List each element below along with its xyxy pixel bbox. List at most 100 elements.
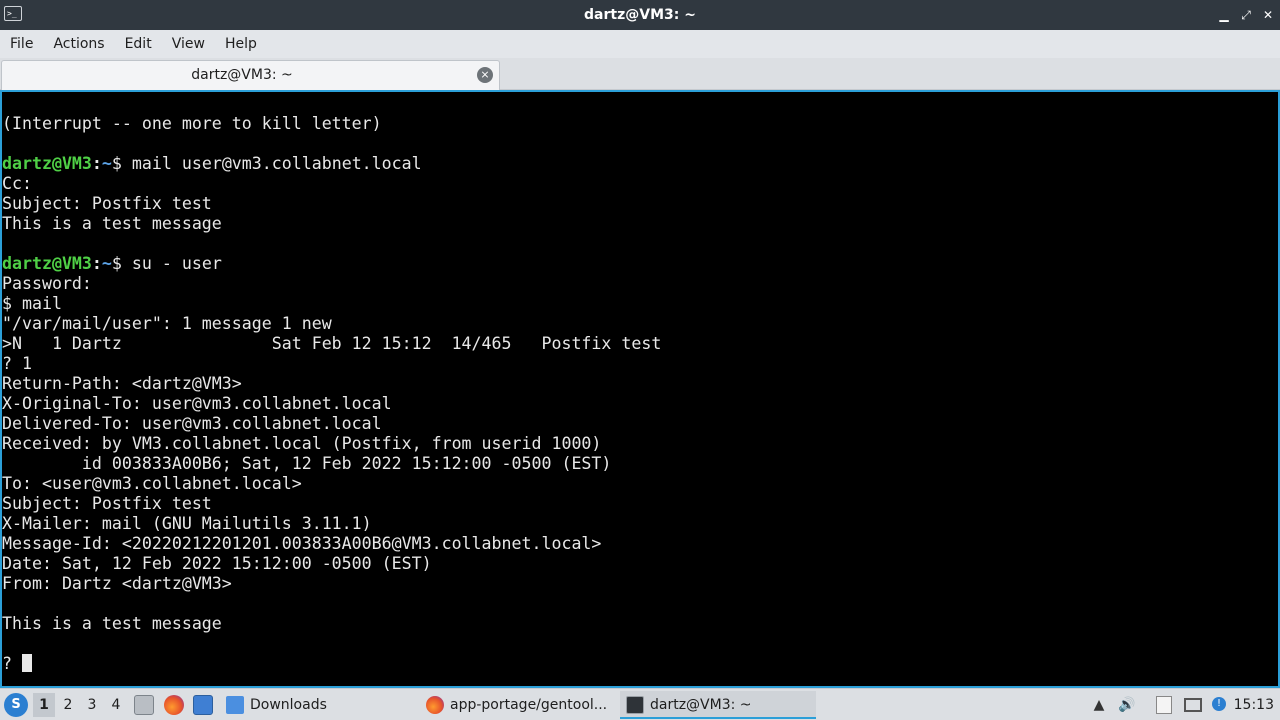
terminal-line-text: $ mail (2, 294, 62, 313)
terminal-line: Return-Path: <dartz@VM3> (2, 374, 661, 394)
prompt-user: dartz@VM3 (2, 154, 92, 173)
workspace-2[interactable]: 2 (57, 693, 79, 717)
terminal-line-text: Password: (2, 274, 92, 293)
terminal-line-text: X-Original-To: user@vm3.collabnet.local (2, 394, 392, 413)
terminal-icon (626, 696, 644, 714)
task-downloads[interactable]: Downloads (220, 691, 416, 719)
prompt-separator: : (91, 154, 102, 173)
clipboard-icon[interactable] (1156, 696, 1172, 714)
show-desktop-icon[interactable] (193, 695, 213, 715)
workspace-4[interactable]: 4 (105, 693, 127, 717)
terminal-line: From: Dartz <dartz@VM3> (2, 574, 661, 594)
terminal-line-text: ? (2, 654, 22, 673)
terminal-line: Password: (2, 274, 661, 294)
terminal-line: X-Original-To: user@vm3.collabnet.local (2, 394, 661, 414)
terminal-line-text: Subject: Postfix test (2, 494, 212, 513)
terminal-line: This is a test message (2, 214, 661, 234)
terminal-line: Received: by VM3.collabnet.local (Postfi… (2, 434, 661, 454)
window-title: dartz@VM3: ~ (584, 7, 696, 23)
terminal-line-text: id 003833A00B6; Sat, 12 Feb 2022 15:12:0… (2, 454, 612, 473)
prompt-user: dartz@VM3 (2, 254, 92, 273)
file-manager-icon[interactable] (134, 695, 154, 715)
maximize-button[interactable]: ⤢ (1236, 5, 1256, 25)
terminal-line: dartz@VM3:~$ mail user@vm3.collabnet.loc… (2, 154, 661, 174)
terminal-line: To: <user@vm3.collabnet.local> (2, 474, 661, 494)
terminal-line-text: Cc: (2, 174, 32, 193)
terminal-line: Delivered-To: user@vm3.collabnet.local (2, 414, 661, 434)
menu-view[interactable]: View (162, 30, 215, 58)
tab-close-icon[interactable]: ⨯ (477, 67, 493, 83)
workspace-3[interactable]: 3 (81, 693, 103, 717)
task-label: dartz@VM3: ~ (650, 697, 752, 713)
terminal-line-text: Message-Id: <20220212201201.003833A00B6@… (2, 534, 602, 553)
menu-file[interactable]: File (0, 30, 43, 58)
terminal-line-text: Delivered-To: user@vm3.collabnet.local (2, 414, 382, 433)
terminal-line-text: su - user (131, 254, 222, 273)
terminal-line: Subject: Postfix test (2, 194, 661, 214)
prompt-separator: : (91, 254, 102, 273)
prompt-path: ~ (101, 254, 112, 273)
prompt-symbol: $ (111, 154, 132, 173)
terminal-line: >N 1 Dartz Sat Feb 12 15:12 14/465 Postf… (2, 334, 661, 354)
terminal-line-text: Date: Sat, 12 Feb 2022 15:12:00 -0500 (E… (2, 554, 432, 573)
terminal-line: Subject: Postfix test (2, 494, 661, 514)
firefox-icon[interactable] (164, 695, 184, 715)
clock: 15:13 (1233, 697, 1274, 713)
terminal-line: dartz@VM3:~$ su - user (2, 254, 661, 274)
terminal-cursor (21, 654, 32, 672)
minimize-button[interactable]: ▁ (1214, 5, 1234, 25)
task-label: app-portage/gentool... (450, 697, 608, 713)
terminal-line-text: X-Mailer: mail (GNU Mailutils 3.11.1) (2, 514, 372, 533)
window-titlebar: >_ dartz@VM3: ~ ▁ ⤢ ✕ (0, 0, 1280, 30)
start-menu-icon[interactable]: S (4, 693, 28, 717)
volume-icon[interactable]: 🔊 (1118, 696, 1136, 714)
workspace-1[interactable]: 1 (33, 693, 55, 717)
firefox-icon (426, 696, 444, 714)
terminal-line: $ mail (2, 294, 661, 314)
task-firefox[interactable]: app-portage/gentool... (420, 691, 616, 719)
terminal-line: Date: Sat, 12 Feb 2022 15:12:00 -0500 (E… (2, 554, 661, 574)
terminal-line-text: "/var/mail/user": 1 message 1 new (2, 314, 332, 333)
terminal-line: ? 1 (2, 354, 661, 374)
terminal-line: Message-Id: <20220212201201.003833A00B6@… (2, 534, 661, 554)
prompt-symbol: $ (111, 254, 132, 273)
terminal-line: id 003833A00B6; Sat, 12 Feb 2022 15:12:0… (2, 454, 661, 474)
terminal-line-text: From: Dartz <dartz@VM3> (2, 574, 232, 593)
display-icon[interactable] (1184, 698, 1202, 712)
tab-bar: dartz@VM3: ~ ⨯ (0, 58, 1280, 90)
terminal-line-text: Received: by VM3.collabnet.local (Postfi… (2, 434, 602, 453)
terminal-line: "/var/mail/user": 1 message 1 new (2, 314, 661, 334)
terminal-line-text: Return-Path: <dartz@VM3> (2, 374, 242, 393)
folder-icon (226, 696, 244, 714)
terminal-line-text: >N 1 Dartz Sat Feb 12 15:12 14/465 Postf… (2, 334, 662, 353)
taskbar: S 1 2 3 4 Downloads app-portage/gentool.… (0, 688, 1280, 720)
terminal-line-text: This is a test message (2, 214, 222, 233)
update-icon[interactable]: ! (1212, 697, 1226, 711)
terminal-line: (Interrupt -- one more to kill letter) (2, 114, 661, 134)
prompt-path: ~ (101, 154, 112, 173)
terminal-line: This is a test message (2, 614, 661, 634)
task-label: Downloads (250, 697, 327, 713)
terminal-line: ? (2, 654, 661, 674)
menu-edit[interactable]: Edit (115, 30, 162, 58)
terminal-line-text: mail user@vm3.collabnet.local (131, 154, 422, 173)
tab-label: dartz@VM3: ~ (191, 67, 293, 83)
terminal-line-text: (Interrupt -- one more to kill letter) (2, 114, 382, 133)
tab-terminal[interactable]: dartz@VM3: ~ ⨯ (1, 60, 500, 90)
terminal-line-text: ? 1 (2, 354, 32, 373)
terminal-line-text: To: <user@vm3.collabnet.local> (2, 474, 302, 493)
task-terminal[interactable]: dartz@VM3: ~ (620, 691, 816, 719)
terminal-output: (Interrupt -- one more to kill letter) da… (2, 114, 661, 674)
menu-actions[interactable]: Actions (43, 30, 114, 58)
terminal-line: Cc: (2, 174, 661, 194)
menu-bar: File Actions Edit View Help (0, 30, 1280, 58)
tray-arrow-icon[interactable]: ▲ (1090, 696, 1108, 714)
menu-help[interactable]: Help (215, 30, 267, 58)
close-button[interactable]: ✕ (1258, 5, 1278, 25)
terminal-line-text: Subject: Postfix test (2, 194, 212, 213)
terminal-view[interactable]: (Interrupt -- one more to kill letter) da… (0, 90, 1280, 688)
